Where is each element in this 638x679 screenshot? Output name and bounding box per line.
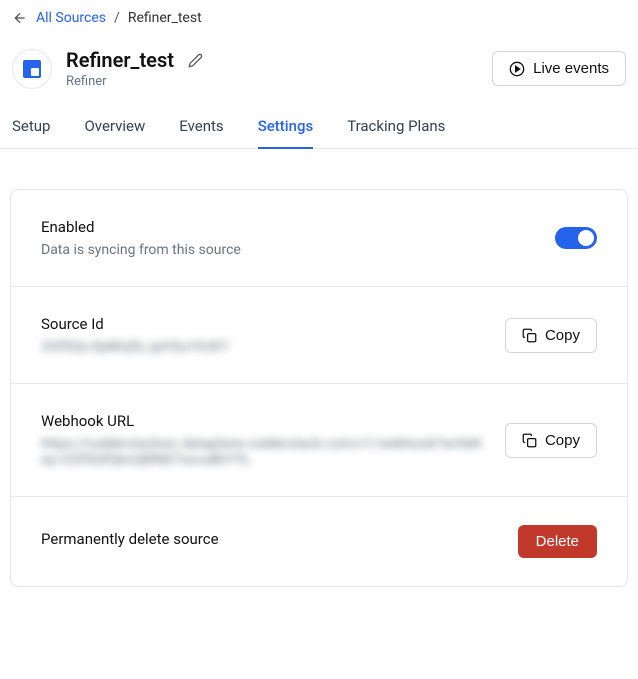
webhook-value: https://rudderstackwc.dataplane.rudderst… [41, 436, 485, 468]
page-title: Refiner_test [66, 48, 174, 72]
webhook-section: Webhook URL https://rudderstackwc.datapl… [11, 383, 627, 496]
back-arrow-icon[interactable] [12, 10, 28, 26]
tabs: Setup Overview Events Settings Tracking … [0, 107, 638, 149]
source-logo-icon [12, 49, 52, 89]
tab-tracking-plans[interactable]: Tracking Plans [347, 107, 445, 149]
webhook-title: Webhook URL [41, 412, 485, 430]
enabled-section: Enabled Data is syncing from this source [11, 190, 627, 286]
copy-label: Copy [545, 432, 580, 449]
tab-setup[interactable]: Setup [12, 107, 50, 149]
play-circle-icon [509, 61, 525, 77]
copy-label: Copy [545, 327, 580, 344]
enabled-title: Enabled [41, 218, 535, 236]
delete-button[interactable]: Delete [518, 525, 597, 558]
copy-webhook-button[interactable]: Copy [505, 423, 597, 458]
source-id-value: 2GfSQLrfpMUj5LJpH3u1hUK7 [41, 339, 485, 355]
source-id-section: Source Id 2GfSQLrfpMUj5LJpH3u1hUK7 Copy [11, 286, 627, 383]
edit-name-button[interactable] [184, 49, 207, 72]
breadcrumb-current: Refiner_test [128, 10, 202, 26]
breadcrumb: All Sources / Refiner_test [0, 0, 638, 36]
page-header: Refiner_test Refiner Live events [0, 36, 638, 107]
source-type-label: Refiner [66, 74, 207, 89]
live-events-button[interactable]: Live events [492, 51, 626, 86]
pencil-icon [188, 53, 203, 68]
enabled-toggle[interactable] [555, 227, 597, 249]
copy-icon [522, 328, 537, 343]
copy-icon [522, 433, 537, 448]
breadcrumb-root-link[interactable]: All Sources [36, 10, 106, 26]
delete-title: Permanently delete source [41, 530, 498, 548]
tab-overview[interactable]: Overview [84, 107, 145, 149]
copy-source-id-button[interactable]: Copy [505, 318, 597, 353]
breadcrumb-separator: / [114, 10, 120, 26]
settings-card: Enabled Data is syncing from this source… [10, 189, 628, 587]
source-id-title: Source Id [41, 315, 485, 333]
tab-events[interactable]: Events [179, 107, 223, 149]
delete-section: Permanently delete source Delete [11, 496, 627, 586]
live-events-label: Live events [533, 60, 609, 77]
enabled-description: Data is syncing from this source [41, 242, 535, 258]
tab-settings[interactable]: Settings [258, 107, 314, 149]
